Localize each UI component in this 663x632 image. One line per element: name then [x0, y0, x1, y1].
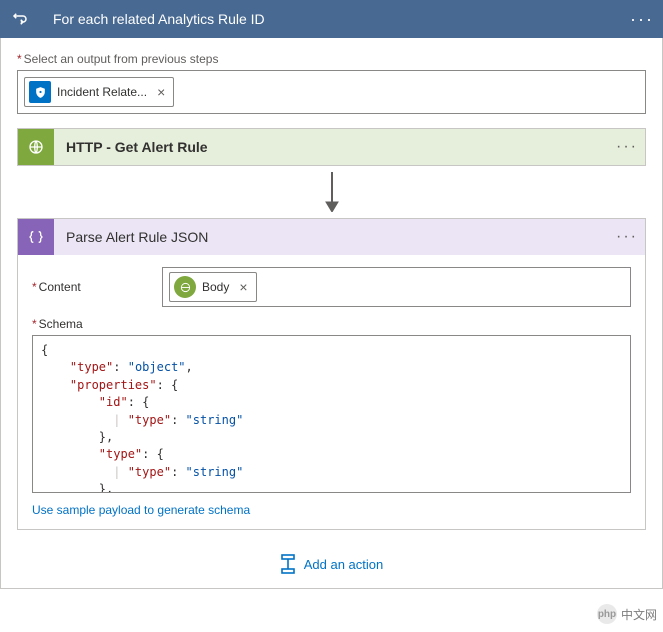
foreach-body: *Select an output from previous steps In… — [0, 38, 663, 589]
watermark: php 中文网 — [597, 604, 657, 624]
foreach-loop-header[interactable]: For each related Analytics Rule ID ··· — [0, 0, 663, 38]
content-input[interactable]: Body × — [162, 267, 631, 307]
schema-label: *Schema — [32, 317, 631, 331]
token-remove-icon[interactable]: × — [239, 279, 247, 295]
parse-menu-icon[interactable]: ··· — [609, 228, 645, 246]
parse-alert-rule-json-card: Parse Alert Rule JSON ··· *Content Body — [17, 218, 646, 530]
foreach-title: For each related Analytics Rule ID — [39, 11, 622, 27]
parse-action-title: Parse Alert Rule JSON — [54, 229, 609, 245]
token-body[interactable]: Body × — [169, 272, 257, 302]
http-get-alert-rule-card: HTTP - Get Alert Rule ··· — [17, 128, 646, 166]
watermark-logo: php — [597, 604, 617, 624]
watermark-text: 中文网 — [621, 606, 657, 623]
output-label: *Select an output from previous steps — [17, 52, 646, 66]
connector-arrow — [17, 166, 646, 218]
token-label: Body — [202, 280, 229, 294]
add-action-icon — [280, 554, 296, 574]
parse-action-header[interactable]: Parse Alert Rule JSON ··· — [18, 219, 645, 255]
parse-action-body: *Content Body × *Schema — [18, 255, 645, 529]
token-label: Incident Relate... — [57, 85, 147, 99]
token-remove-icon[interactable]: × — [157, 84, 165, 100]
globe-icon — [18, 129, 54, 165]
http-action-header[interactable]: HTTP - Get Alert Rule ··· — [18, 129, 645, 165]
http-action-title: HTTP - Get Alert Rule — [54, 139, 609, 155]
loop-icon — [1, 0, 39, 38]
use-sample-payload-link[interactable]: Use sample payload to generate schema — [32, 503, 250, 517]
braces-icon — [18, 219, 54, 255]
shield-icon — [29, 81, 51, 103]
add-action-label: Add an action — [304, 557, 384, 572]
schema-editor[interactable]: { "type": "object", "properties": { "id"… — [32, 335, 631, 493]
globe-icon — [174, 276, 196, 298]
content-label: *Content — [32, 280, 152, 294]
add-an-action-button[interactable]: Add an action — [17, 530, 646, 574]
output-from-previous-input[interactable]: Incident Relate... × — [17, 70, 646, 114]
token-incident-related[interactable]: Incident Relate... × — [24, 77, 174, 107]
http-menu-icon[interactable]: ··· — [609, 138, 645, 156]
foreach-menu-icon[interactable]: ··· — [622, 9, 662, 30]
